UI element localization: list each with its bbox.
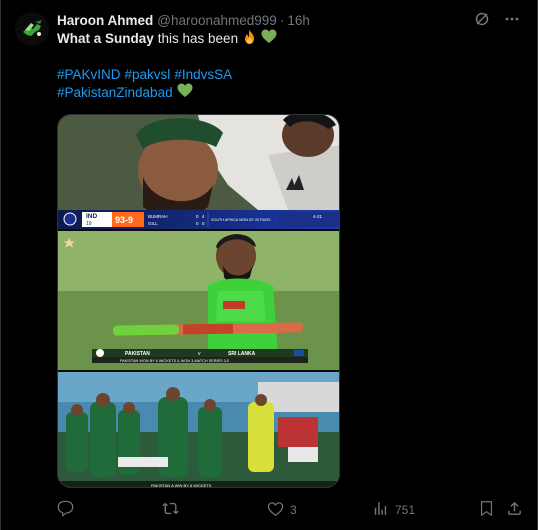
author-handle[interactable]: @haroonahmed999 [157, 13, 277, 28]
bookmark-button[interactable] [478, 500, 495, 520]
repost-icon [162, 500, 179, 520]
green-heart-emoji-icon [261, 29, 277, 49]
batter2-label: GILL [148, 221, 158, 226]
hashtag-link[interactable]: #PAKvIND [57, 66, 121, 84]
result-label: SOUTH AFRICA WON BY 20 RUNS [211, 218, 271, 222]
hashtag-line-2: #PakistanZindabad [57, 83, 497, 103]
fire-emoji-icon [242, 29, 257, 50]
batter1-label: BUMRAH [148, 214, 168, 219]
media-collage: IND 19 93-9 BUMRAH GILL 0 0 4 0 SOUTH AF… [58, 115, 339, 488]
author-name[interactable]: Haroon Ahmed [57, 13, 153, 28]
like-count: 3 [290, 503, 297, 517]
repost-button[interactable] [162, 500, 185, 520]
reply-button[interactable] [57, 500, 80, 520]
like-button[interactable]: 3 [267, 500, 297, 520]
avatar[interactable] [15, 12, 49, 46]
heart-icon [267, 500, 284, 520]
media-image-3: PAKISTAN A WIN BY 8 WICKETS [58, 372, 339, 488]
tweet-text-line-1: What a Sunday this has been [57, 29, 497, 50]
hashtag-line-1: #PAKvIND #pakvsl #IndvsSA [57, 66, 497, 84]
views-icon [372, 500, 389, 520]
more-options-icon[interactable] [503, 10, 521, 28]
tweet-actions: 3 751 [57, 500, 527, 520]
tweet-plain-text: this has been [157, 31, 239, 46]
ind-team-label: IND [86, 213, 98, 220]
green-heart-emoji-icon [177, 83, 193, 103]
grok-icon[interactable] [473, 10, 491, 28]
ind-score-label: 93-9 [115, 215, 133, 225]
ind-overs-label: 19 [86, 221, 92, 227]
timestamp[interactable]: 16h [287, 13, 310, 28]
media-image-2: PAKISTAN v SRI LANKA PAKISTAN WON BY 6 W… [58, 231, 339, 370]
hashtag-link[interactable]: #IndvsSA [174, 66, 232, 84]
views-count: 751 [395, 503, 416, 517]
header-actions [473, 10, 521, 28]
bookmark-icon [478, 500, 495, 520]
figures-label: 4-21 [313, 214, 323, 219]
media-image-1: IND 19 93-9 BUMRAH GILL 0 0 4 0 SOUTH AF… [58, 115, 339, 229]
reply-icon [57, 500, 74, 520]
share-button[interactable] [506, 500, 523, 520]
tweet-media[interactable]: IND 19 93-9 BUMRAH GILL 0 0 4 0 SOUTH AF… [57, 114, 340, 488]
tweet-header: Haroon Ahmed @haroonahmed999 · 16h [57, 11, 517, 29]
pak-team-label: PAKISTAN [125, 351, 150, 357]
image3-caption: PAKISTAN A WIN BY 8 WICKETS [151, 483, 212, 488]
avatar-image [15, 12, 49, 46]
tweet-bold-text: What a Sunday [57, 31, 154, 46]
sl-team-label: SRI LANKA [228, 351, 256, 357]
tweet-container[interactable]: Haroon Ahmed @haroonahmed999 · 16h What … [0, 0, 538, 530]
tweet-text: What a Sunday this has been #PAKvIND #pa… [57, 29, 497, 103]
share-icon [506, 500, 523, 520]
separator-dot: · [279, 12, 285, 28]
views-button[interactable]: 751 [372, 500, 415, 520]
hashtag-link[interactable]: #PakistanZindabad [57, 84, 173, 102]
hashtag-link[interactable]: #pakvsl [125, 66, 171, 84]
series-result-label: PAKISTAN WON BY 6 WICKETS & WON 3-MATCH … [120, 359, 229, 363]
